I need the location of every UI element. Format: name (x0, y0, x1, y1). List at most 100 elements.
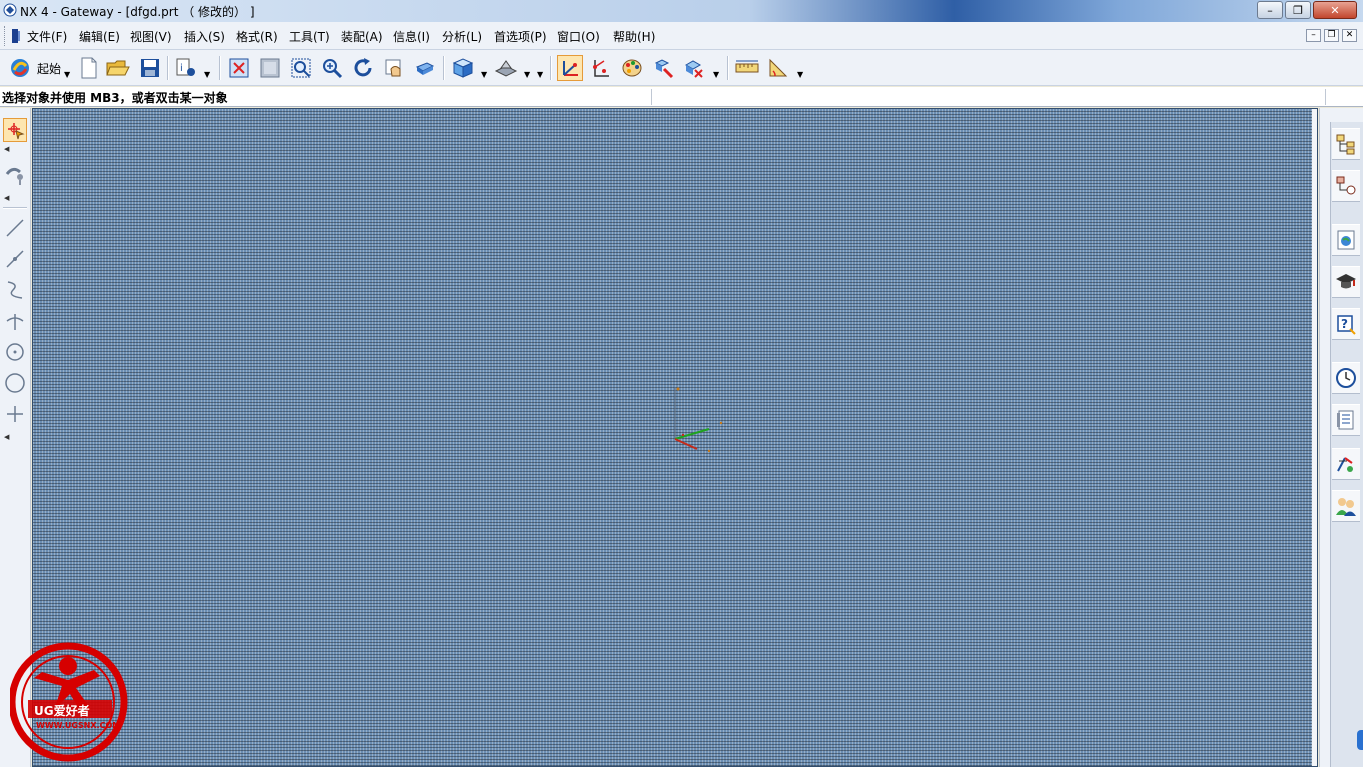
pan-button[interactable] (381, 55, 407, 81)
start-icon (11, 59, 29, 77)
start-button[interactable] (7, 55, 33, 81)
zoom-window-button[interactable] (257, 55, 283, 81)
training-tab[interactable] (1332, 266, 1360, 298)
help-tab[interactable]: ? (1332, 308, 1360, 340)
menu-view[interactable]: 视图(V) (130, 28, 172, 45)
reuse-library-tab[interactable] (1332, 404, 1360, 436)
select-dropdown-icon[interactable]: ◀ (4, 145, 9, 153)
view-orientation-dropdown-icon[interactable]: ▼ (481, 70, 487, 79)
color-palette-button[interactable] (619, 55, 645, 81)
new-file-button[interactable] (76, 55, 102, 81)
menubar-grip[interactable] (4, 26, 7, 46)
close-button[interactable]: ✕ (1313, 1, 1357, 19)
render-style-button[interactable] (493, 55, 519, 81)
select-icon (8, 123, 25, 140)
view-orientation-button[interactable] (450, 55, 476, 81)
menu-bar: 文件(F) 编辑(E) 视图(V) 插入(S) 格式(R) 工具(T) 装配(A… (0, 22, 1363, 50)
doc-restore-button[interactable]: ❐ (1324, 29, 1339, 42)
left-toolbar-separator (3, 207, 27, 209)
circle-tool-button[interactable] (3, 371, 27, 395)
properties-button[interactable]: i (173, 55, 199, 81)
fit-view-button[interactable] (226, 55, 252, 81)
render-style-icon (494, 60, 518, 77)
point-snap-button[interactable] (588, 55, 614, 81)
process-icon (1337, 457, 1353, 472)
minimize-button[interactable]: – (1257, 1, 1283, 19)
save-button[interactable] (137, 55, 163, 81)
point-tool-button[interactable] (3, 402, 27, 426)
graphics-window[interactable] (32, 108, 1318, 767)
open-button[interactable] (105, 55, 131, 81)
menu-window[interactable]: 窗口(O) (557, 28, 600, 45)
watermark-brand: UG爱好者 (34, 704, 90, 718)
properties-dropdown-icon[interactable]: ▼ (204, 70, 210, 79)
arc-tool-button[interactable] (3, 340, 27, 364)
menu-assembly[interactable]: 装配(A) (341, 28, 383, 45)
snap-dropdown-icon[interactable]: ◀ (4, 194, 9, 202)
measure-dropdown-icon[interactable]: ▼ (797, 70, 803, 79)
assembly-navigator-tab[interactable] (1332, 128, 1360, 160)
zoom-icon (323, 59, 343, 79)
coordinate-triad-icon (674, 387, 723, 453)
history-icon (1336, 368, 1356, 388)
graphics-scroll-edge (1312, 109, 1317, 766)
edit-object-icon (654, 59, 674, 79)
svg-text:?: ? (1341, 317, 1348, 331)
toolbar-options-dropdown-icon[interactable]: ▼ (537, 70, 543, 79)
roles-tab[interactable] (1332, 490, 1360, 522)
restore-button[interactable]: ❐ (1285, 1, 1311, 19)
save-icon (141, 59, 159, 77)
measure-distance-button[interactable] (734, 55, 760, 81)
intersection-tool-button[interactable] (3, 309, 27, 333)
start-dropdown-icon[interactable]: ▼ (64, 70, 70, 79)
color-palette-icon (622, 59, 642, 77)
resource-bar-pin[interactable] (1357, 730, 1363, 750)
point-snap-icon (593, 60, 609, 77)
web-browser-tab[interactable] (1332, 224, 1360, 256)
svg-text:i: i (180, 63, 183, 74)
arc-icon (6, 343, 24, 361)
shaded-view-button[interactable] (412, 55, 438, 81)
menu-analysis[interactable]: 分析(L) (442, 28, 482, 45)
circle-icon (5, 373, 25, 393)
cube-view-icon (452, 58, 474, 78)
wcs-button[interactable] (557, 55, 583, 81)
menu-edit[interactable]: 编辑(E) (79, 28, 120, 45)
menu-help[interactable]: 帮助(H) (613, 28, 655, 45)
help-icon: ? (1337, 315, 1356, 335)
part-navigator-tab[interactable] (1332, 170, 1360, 202)
line-through-icon (6, 250, 24, 268)
select-tool-button[interactable] (3, 118, 27, 142)
menu-information[interactable]: 信息(I) (393, 28, 430, 45)
resource-bar: ? (1319, 108, 1363, 767)
curve-dropdown-icon[interactable]: ◀ (4, 433, 9, 441)
display-dropdown-icon[interactable]: ▼ (713, 70, 719, 79)
history-tab[interactable] (1332, 362, 1360, 394)
edit-object-button[interactable] (650, 55, 676, 81)
line-tool-button[interactable] (3, 216, 27, 240)
menu-insert[interactable]: 插入(S) (184, 28, 225, 45)
rotate-button[interactable] (350, 55, 376, 81)
menu-tools[interactable]: 工具(T) (289, 28, 330, 45)
measure-angle-button[interactable] (765, 55, 791, 81)
start-label[interactable]: 起始 (37, 60, 61, 77)
doc-minimize-button[interactable]: – (1306, 29, 1321, 42)
line-icon (6, 219, 24, 237)
menu-file[interactable]: 文件(F) (27, 28, 67, 45)
doc-close-button[interactable]: ✕ (1342, 29, 1357, 42)
menu-format[interactable]: 格式(R) (236, 28, 278, 45)
render-style-dropdown-icon[interactable]: ▼ (524, 70, 530, 79)
standard-toolbar: 起始 ▼ i ▼ ▼ ▼ ▼ ▼ ▼ (0, 50, 1363, 86)
spline-tool-button[interactable] (3, 278, 27, 302)
line-through-tool-button[interactable] (3, 247, 27, 271)
zoom-fit-button[interactable] (288, 55, 314, 81)
process-tab[interactable] (1332, 448, 1360, 480)
display-hide-button[interactable] (681, 55, 707, 81)
assembly-navigator-icon (1336, 134, 1355, 155)
snap-tool-button[interactable] (3, 163, 27, 187)
menu-preferences[interactable]: 首选项(P) (494, 28, 547, 45)
roles-icon (1336, 498, 1356, 516)
document-icon[interactable] (11, 28, 21, 44)
zoom-button[interactable] (319, 55, 345, 81)
open-folder-icon (106, 60, 130, 76)
